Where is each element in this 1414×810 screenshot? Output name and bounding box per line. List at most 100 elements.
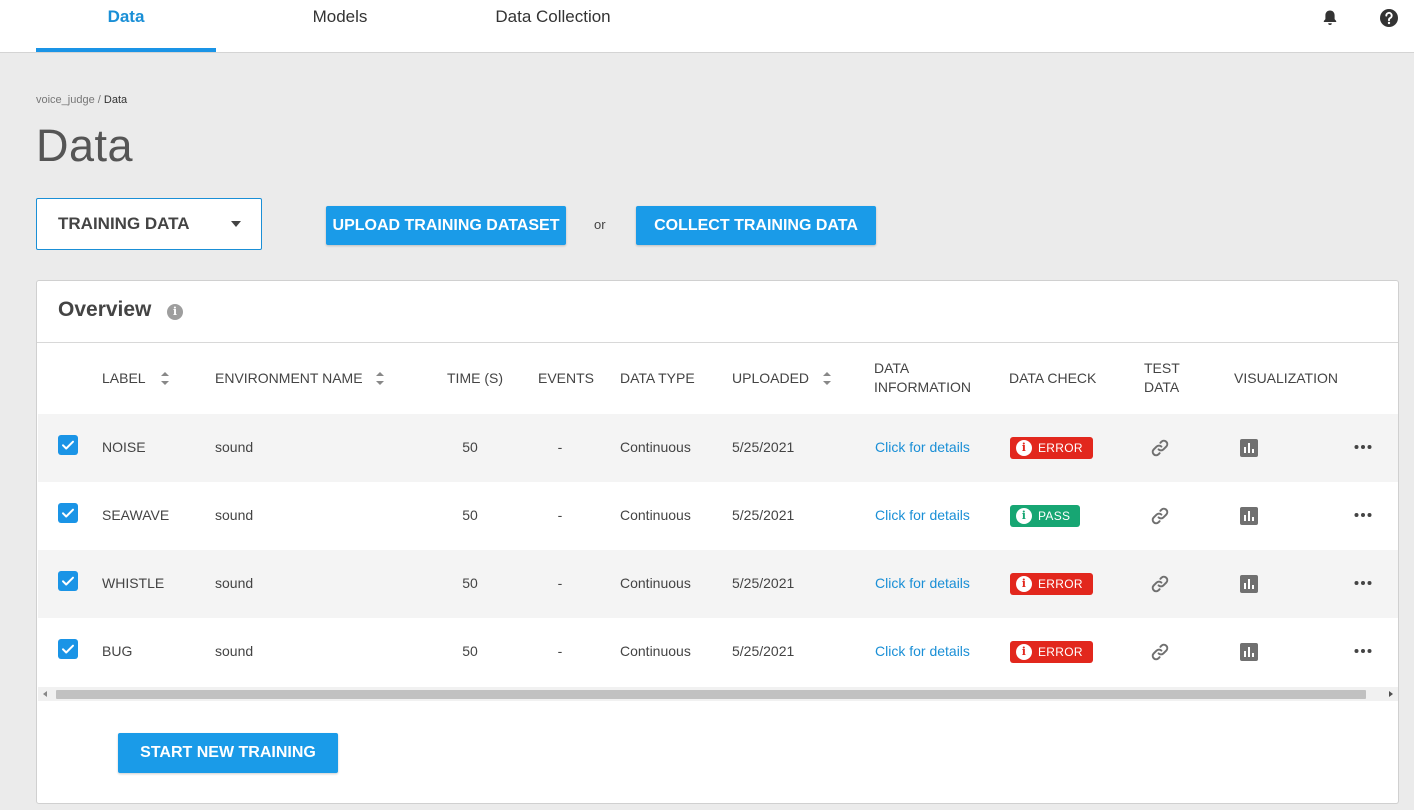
checkmark-icon xyxy=(62,576,74,586)
column-header-label[interactable]: LABEL xyxy=(102,369,146,388)
page-title: Data xyxy=(36,120,134,171)
tab-data[interactable]: Data xyxy=(36,0,216,52)
dataset-type-select[interactable]: TRAINING DATA xyxy=(36,198,262,250)
info-icon[interactable]: i xyxy=(167,304,183,320)
column-header-environment-name[interactable]: ENVIRONMENT NAME xyxy=(215,369,363,388)
details-link[interactable]: Click for details xyxy=(875,575,970,591)
more-options-icon[interactable] xyxy=(1354,580,1372,586)
data-check-pass-badge[interactable]: i PASS xyxy=(1010,505,1081,527)
collect-training-data-button[interactable]: COLLECT TRAINING DATA xyxy=(636,206,876,245)
column-header-line: DATA xyxy=(1144,379,1180,395)
scroll-right-icon[interactable] xyxy=(1389,691,1393,697)
link-icon[interactable] xyxy=(1148,436,1172,460)
bar-chart-icon[interactable] xyxy=(1240,643,1258,661)
overview-card: Overview i LABEL ENVIRONMENT NAME TIME (… xyxy=(36,280,1399,804)
horizontal-scrollbar[interactable] xyxy=(38,687,1398,701)
badge-label: ERROR xyxy=(1038,645,1083,659)
upload-training-dataset-button[interactable]: UPLOAD TRAINING DATASET xyxy=(326,206,566,245)
tab-data-collection[interactable]: Data Collection xyxy=(463,0,643,52)
cell-data-type: Continuous xyxy=(620,643,691,659)
table-row[interactable]: NOISE sound 50 - Continuous 5/25/2021 Cl… xyxy=(38,414,1398,482)
cell-label: BUG xyxy=(102,643,133,659)
info-icon: i xyxy=(1016,576,1032,592)
cell-environment: sound xyxy=(215,439,254,455)
cell-data-type: Continuous xyxy=(620,507,691,523)
row-checkbox[interactable] xyxy=(58,435,78,455)
cell-time: 50 xyxy=(462,643,478,659)
column-header-data-type: DATA TYPE xyxy=(620,370,695,386)
link-icon[interactable] xyxy=(1148,572,1172,596)
info-icon: i xyxy=(1016,440,1032,456)
cell-uploaded: 5/25/2021 xyxy=(732,643,795,659)
scrollbar-thumb[interactable] xyxy=(56,690,1366,699)
checkmark-icon xyxy=(62,644,74,654)
checkmark-icon xyxy=(62,440,74,450)
data-check-error-badge[interactable]: i ERROR xyxy=(1010,437,1093,459)
cell-uploaded: 5/25/2021 xyxy=(732,575,795,591)
sort-icon[interactable] xyxy=(376,372,384,385)
bar-chart-icon[interactable] xyxy=(1240,439,1258,457)
bell-icon[interactable] xyxy=(1320,8,1340,28)
column-header-time: TIME (S) xyxy=(447,370,503,386)
link-icon[interactable] xyxy=(1148,504,1172,528)
column-header-line: INFORMATION xyxy=(874,379,971,395)
cell-events: - xyxy=(557,507,563,523)
info-icon: i xyxy=(1016,644,1032,660)
column-header-data-check: DATA CHECK xyxy=(1009,370,1097,386)
cell-data-type: Continuous xyxy=(620,439,691,455)
cell-data-type: Continuous xyxy=(620,575,691,591)
cell-environment: sound xyxy=(215,575,254,591)
breadcrumb-project[interactable]: voice_judge xyxy=(36,94,95,106)
breadcrumb-current: Data xyxy=(103,94,128,106)
table-row[interactable]: WHISTLE sound 50 - Continuous 5/25/2021 … xyxy=(38,550,1398,618)
row-checkbox[interactable] xyxy=(58,571,78,591)
table-row[interactable]: SEAWAVE sound 50 - Continuous 5/25/2021 … xyxy=(38,482,1398,550)
row-checkbox[interactable] xyxy=(58,503,78,523)
cell-events: - xyxy=(557,643,563,659)
cell-environment: sound xyxy=(215,643,254,659)
scroll-left-icon[interactable] xyxy=(43,691,47,697)
details-link[interactable]: Click for details xyxy=(875,507,970,523)
cell-label: NOISE xyxy=(102,439,146,455)
cell-time: 50 xyxy=(462,575,478,591)
data-check-error-badge[interactable]: i ERROR xyxy=(1010,573,1093,595)
column-header-line: DATA xyxy=(874,360,910,376)
breadcrumb: voice_judge / Data xyxy=(36,94,127,106)
details-link[interactable]: Click for details xyxy=(875,439,970,455)
more-options-icon[interactable] xyxy=(1354,512,1372,518)
more-options-icon[interactable] xyxy=(1354,648,1372,654)
cell-uploaded: 5/25/2021 xyxy=(732,507,795,523)
sort-icon[interactable] xyxy=(823,372,831,385)
cell-label: SEAWAVE xyxy=(102,507,170,523)
column-header-uploaded[interactable]: UPLOADED xyxy=(732,369,809,388)
cell-events: - xyxy=(557,575,563,591)
tab-models[interactable]: Models xyxy=(270,0,410,52)
top-nav: Data Models Data Collection xyxy=(0,0,1414,53)
column-header-line: TEST xyxy=(1144,360,1180,376)
column-header-events: EVENTS xyxy=(538,370,595,386)
cell-time: 50 xyxy=(462,439,478,455)
row-checkbox[interactable] xyxy=(58,639,78,659)
more-options-icon[interactable] xyxy=(1354,444,1372,450)
bar-chart-icon[interactable] xyxy=(1240,507,1258,525)
cell-events: - xyxy=(557,439,563,455)
data-check-error-badge[interactable]: i ERROR xyxy=(1010,641,1093,663)
details-link[interactable]: Click for details xyxy=(875,643,970,659)
cell-label: WHISTLE xyxy=(102,575,165,591)
card-divider xyxy=(37,342,1398,343)
cell-time: 50 xyxy=(462,507,478,523)
link-icon[interactable] xyxy=(1148,640,1172,664)
cell-uploaded: 5/25/2021 xyxy=(732,439,795,455)
badge-label: PASS xyxy=(1038,509,1071,523)
sort-icon[interactable] xyxy=(161,372,169,385)
dataset-type-value: TRAINING DATA xyxy=(58,214,190,233)
column-header-visualization: VISUALIZATION xyxy=(1234,370,1338,386)
overview-title: Overview xyxy=(58,298,152,321)
column-header-data-information: DATA INFORMATION xyxy=(874,359,971,397)
help-icon[interactable] xyxy=(1379,8,1399,28)
start-new-training-button[interactable]: START NEW TRAINING xyxy=(118,733,338,773)
badge-label: ERROR xyxy=(1038,577,1083,591)
bar-chart-icon[interactable] xyxy=(1240,575,1258,593)
table-row[interactable]: BUG sound 50 - Continuous 5/25/2021 Clic… xyxy=(38,618,1398,686)
caret-down-icon xyxy=(231,221,241,227)
